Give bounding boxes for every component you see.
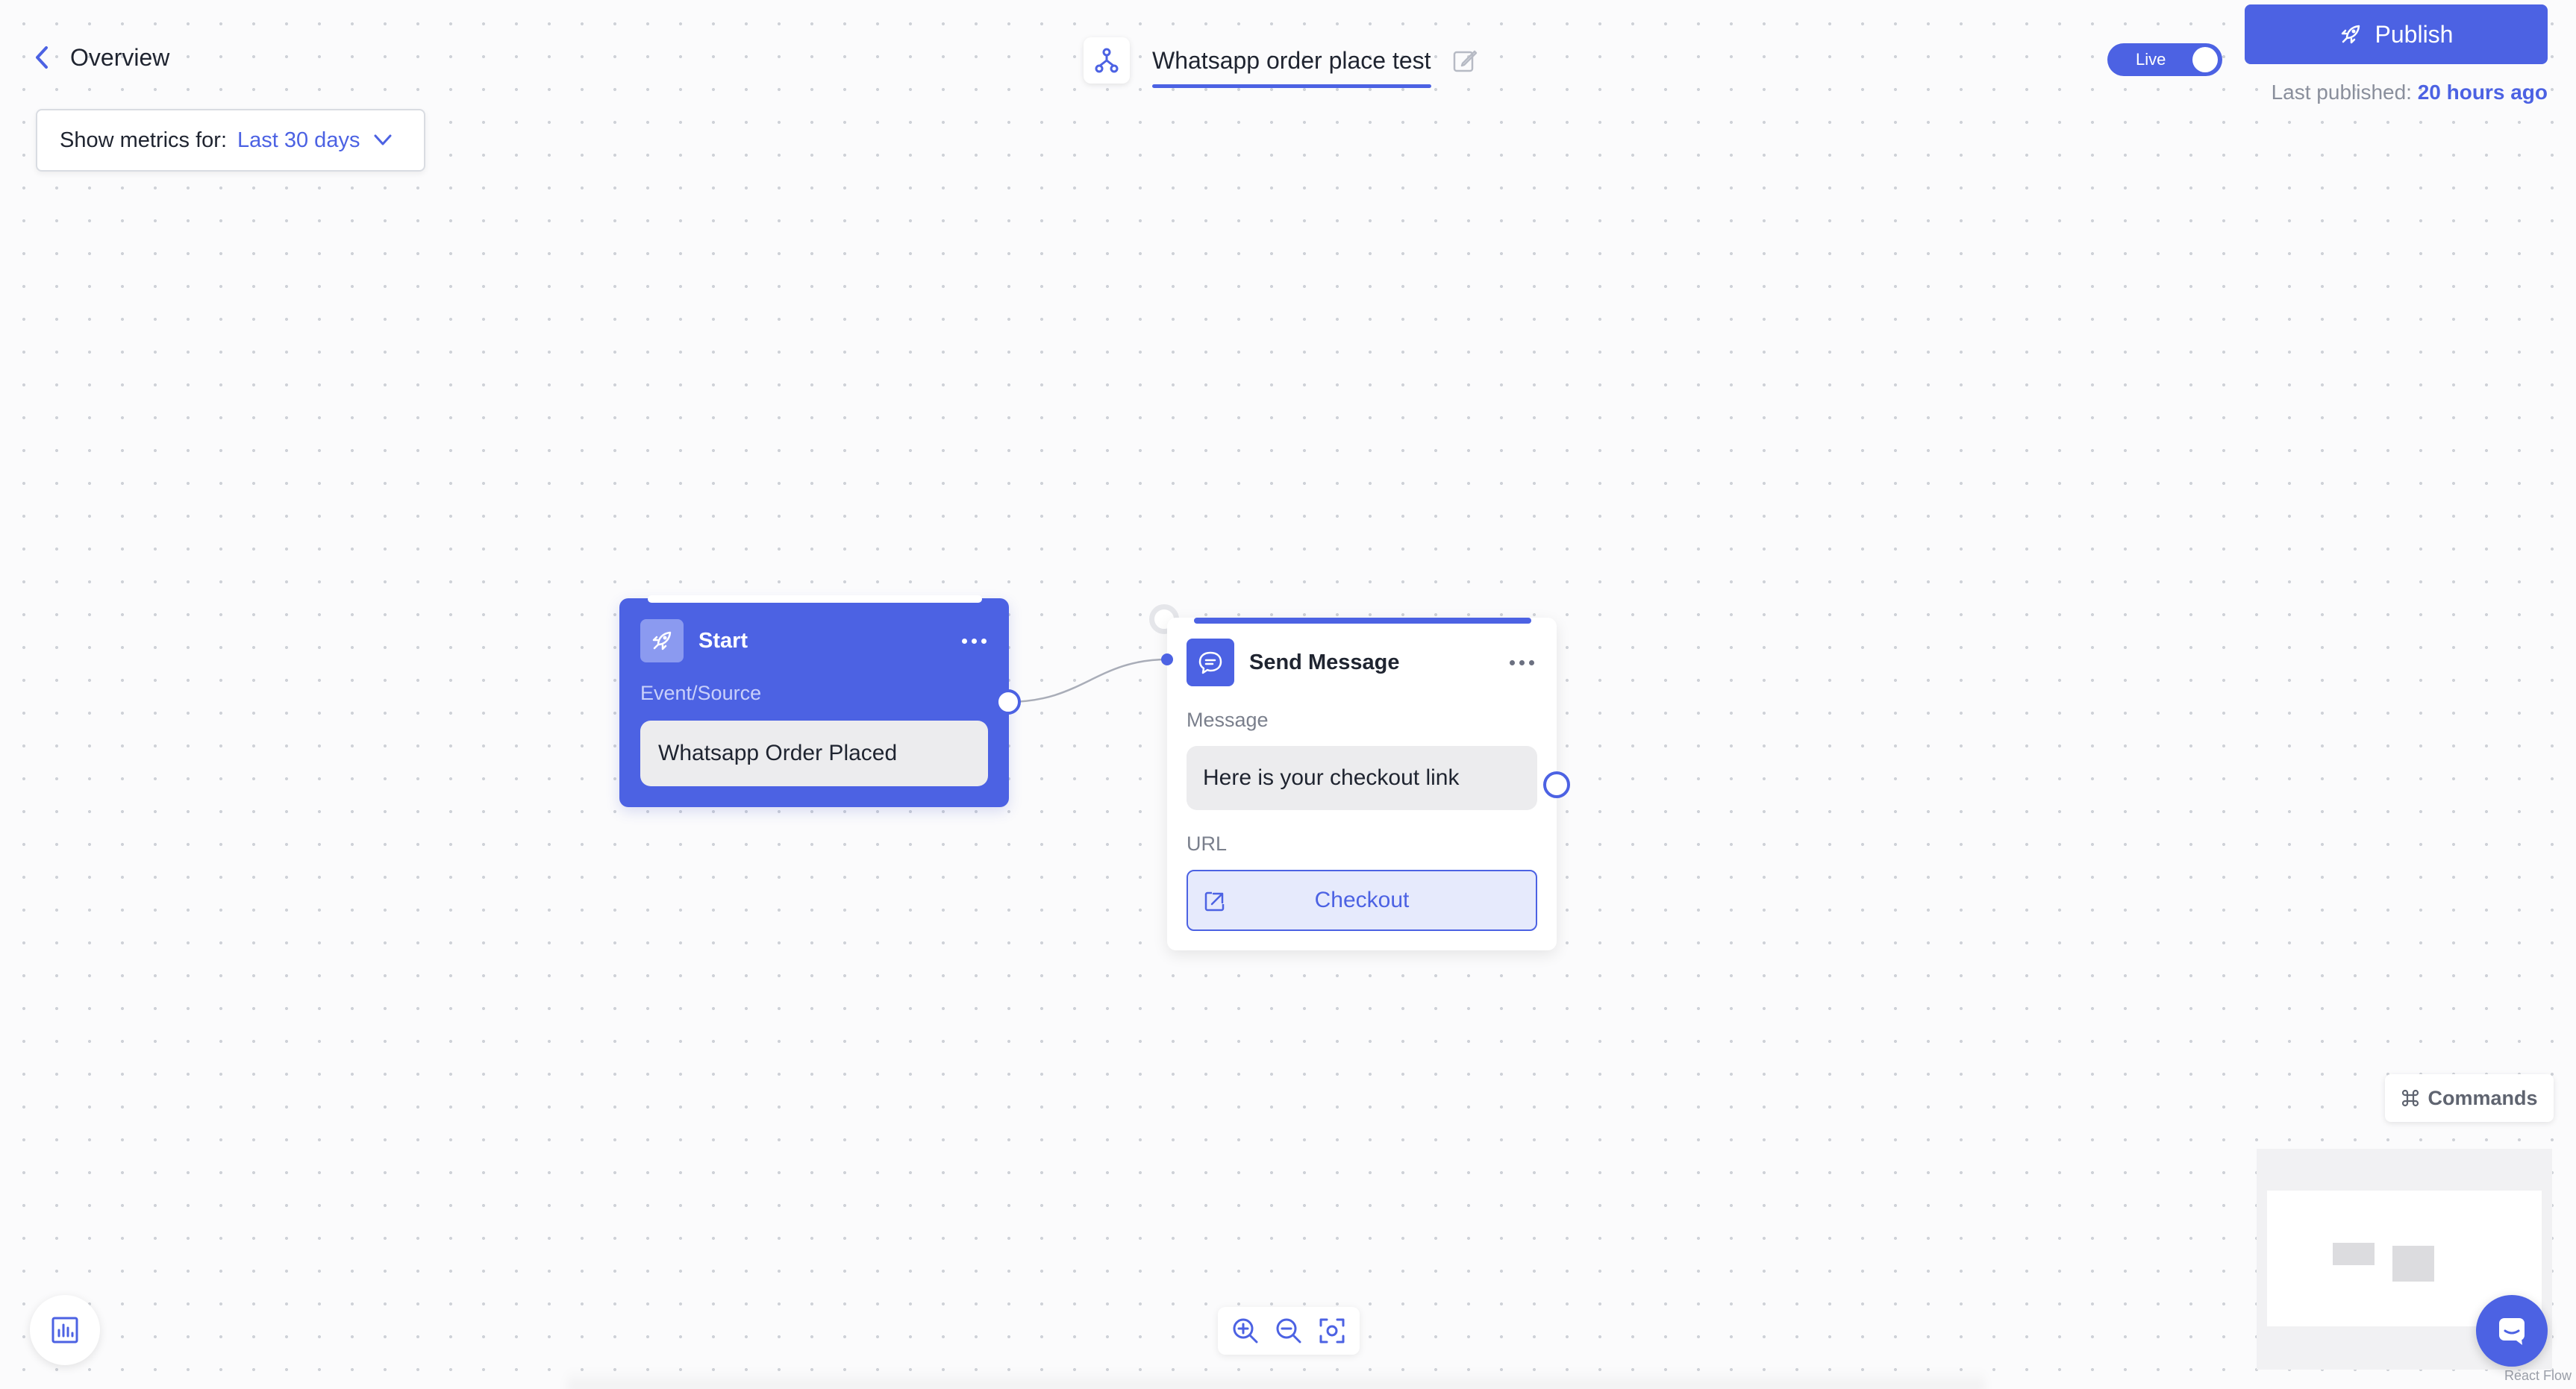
start-node-menu-button[interactable] <box>959 631 990 651</box>
minimap-node-send-message <box>2392 1246 2434 1282</box>
checkout-label: Checkout <box>1314 888 1410 912</box>
zoom-out-button[interactable] <box>1275 1317 1303 1345</box>
toggle-knob <box>2192 47 2218 72</box>
start-node-header: Start <box>640 619 990 662</box>
send-message-output-handle[interactable] <box>1543 771 1570 798</box>
flow-icon <box>1084 37 1130 84</box>
last-published-value: 20 hours ago <box>2417 81 2548 104</box>
send-message-input-handle[interactable] <box>1161 653 1173 665</box>
rocket-icon <box>640 619 684 662</box>
analytics-button[interactable] <box>30 1295 100 1365</box>
start-node-sublabel: Event/Source <box>640 682 762 704</box>
start-node-output-handle[interactable] <box>995 689 1021 715</box>
flow-title[interactable]: Whatsapp order place test <box>1152 47 1431 88</box>
chat-bubble-icon <box>1187 639 1234 686</box>
live-toggle[interactable]: Live <box>2107 43 2222 76</box>
fit-view-button[interactable] <box>1318 1317 1346 1345</box>
chat-launcher-button[interactable] <box>2476 1295 2548 1367</box>
node-top-bar <box>1194 618 1531 624</box>
last-published: Last published: 20 hours ago <box>2272 81 2548 104</box>
send-message-node[interactable]: Send Message Message Here is your checko… <box>1167 618 1557 950</box>
message-label: Message <box>1187 709 1269 731</box>
chevron-down-icon <box>374 134 392 145</box>
start-node-title: Start <box>698 628 748 653</box>
back-label: Overview <box>70 43 170 71</box>
chat-icon <box>2499 1318 2525 1345</box>
fit-view-icon <box>1319 1318 1345 1343</box>
url-label: URL <box>1187 833 1228 855</box>
edit-icon[interactable] <box>1452 48 1478 73</box>
last-published-prefix: Last published: <box>2271 81 2412 104</box>
metrics-selected-value: Last 30 days <box>237 128 360 152</box>
command-icon <box>2402 1089 2419 1107</box>
bottom-shadow <box>567 1370 1985 1389</box>
metrics-period-select[interactable]: Show metrics for: Last 30 days <box>36 109 425 172</box>
send-message-node-title: Send Message <box>1249 650 1400 674</box>
minimap-node-start <box>2333 1243 2375 1265</box>
external-link-icon <box>1204 891 1225 912</box>
send-message-node-menu-button[interactable] <box>1507 653 1537 673</box>
back-to-overview-link[interactable]: Overview <box>33 39 169 76</box>
rocket-icon <box>2341 25 2360 44</box>
live-label: Live <box>2136 50 2166 69</box>
flow-title-area: Whatsapp order place test <box>1084 33 1478 88</box>
commands-label: Commands <box>2427 1086 2538 1109</box>
node-top-bar <box>648 595 982 603</box>
zoom-in-icon <box>1233 1318 1258 1343</box>
commands-button[interactable]: Commands <box>2385 1074 2554 1122</box>
send-message-node-header: Send Message <box>1187 639 1537 686</box>
analytics-icon <box>51 1317 78 1343</box>
zoom-out-icon <box>1276 1318 1301 1343</box>
metrics-label: Show metrics for: <box>60 128 227 152</box>
checkout-url-button[interactable]: Checkout <box>1187 870 1537 931</box>
zoom-in-button[interactable] <box>1231 1317 1260 1345</box>
publish-label: Publish <box>2375 20 2454 48</box>
message-text[interactable]: Here is your checkout link <box>1187 746 1537 810</box>
start-node-event[interactable]: Whatsapp Order Placed <box>640 721 988 786</box>
start-node[interactable]: Start Event/Source Whatsapp Order Placed <box>619 595 1009 807</box>
chevron-left-icon <box>36 46 48 69</box>
zoom-controls <box>1218 1307 1360 1355</box>
react-flow-attribution[interactable]: React Flow <box>2504 1368 2572 1384</box>
publish-button[interactable]: Publish <box>2245 4 2548 64</box>
